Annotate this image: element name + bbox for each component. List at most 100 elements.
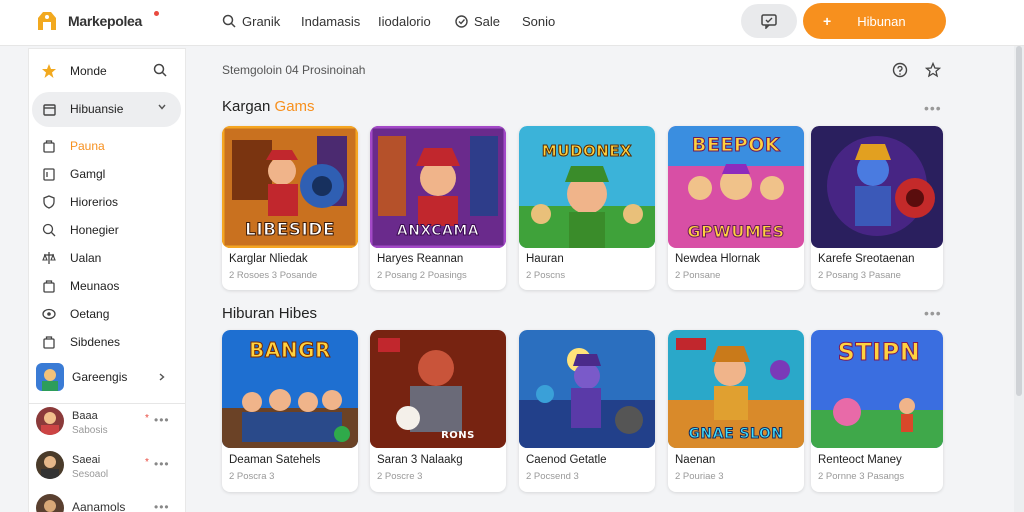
sidebar-item-label: Meunaos xyxy=(70,279,120,293)
nav-item-search[interactable]: Granik xyxy=(222,14,280,29)
logo-icon[interactable] xyxy=(36,10,58,32)
sidebar-item-5[interactable]: Ualan xyxy=(29,246,187,270)
help-icon[interactable] xyxy=(892,62,908,78)
brand-name[interactable]: Markepolea xyxy=(68,13,142,29)
section-title-main: Hiburan Hibes xyxy=(222,305,318,322)
subscription-name: Aanamols xyxy=(72,500,126,512)
sidebar-item-label: Hiorerios xyxy=(70,195,119,209)
game-title: Hauran xyxy=(526,253,564,265)
nav-item-5[interactable]: Sonio xyxy=(522,14,555,29)
game-card[interactable]: STIPN Renteoct Maney 2 Pornne 3 Pasangs xyxy=(811,330,943,492)
sidebar-item-active[interactable]: Hibuansie xyxy=(32,92,181,127)
game-card[interactable]: RONS Saran 3 Nalaakg 2 Poscre 3 xyxy=(370,330,506,492)
sidebar-item-label: Oetang xyxy=(70,307,110,321)
sidebar-item-6[interactable]: Meunaos xyxy=(29,274,187,298)
game-thumbnail: MUDONEX xyxy=(519,126,655,248)
subscription-meta: Sabosis xyxy=(72,425,108,436)
more-icon[interactable]: ••• xyxy=(924,305,942,321)
game-thumbnail: RONS xyxy=(370,330,506,448)
game-card[interactable]: Karefe Sreotaenan 2 Posang 3 Pasane xyxy=(811,126,943,290)
badge-dot: * xyxy=(145,413,149,424)
game-meta: 2 Poscra 3 xyxy=(229,471,275,482)
chevron-right-icon xyxy=(159,373,165,381)
sidebar-item-8[interactable]: Sibdenes xyxy=(29,330,187,354)
notification-dot xyxy=(154,11,159,16)
sidebar-item-home[interactable]: Monde xyxy=(29,59,187,83)
cta-label: Hibunan xyxy=(857,13,906,29)
top-bar: Markepolea Granik Indamasis Iiodalorio S… xyxy=(0,0,1024,46)
game-meta: 2 Pocsend 3 xyxy=(526,471,579,482)
subscription-name: Saeai xyxy=(72,454,101,466)
messages-button[interactable] xyxy=(741,4,797,38)
sidebar-item-label: Sibdenes xyxy=(70,335,121,349)
game-logo-text: RONS xyxy=(441,430,475,441)
plus-icon: + xyxy=(823,13,832,29)
subscription-meta: Sesoaol xyxy=(72,469,109,480)
search-icon[interactable] xyxy=(153,63,167,77)
more-icon[interactable]: ••• xyxy=(154,500,170,512)
game-card[interactable]: ANXCAMA Haryes Reannan 2 Posang 2 Poasin… xyxy=(370,126,506,290)
game-meta: 2 Poscns xyxy=(526,270,566,281)
avatar xyxy=(36,494,64,512)
sidebar-item-label: Hibuansie xyxy=(70,102,124,116)
more-icon[interactable]: ••• xyxy=(154,413,170,427)
section-title: Hiburan Hibes xyxy=(222,305,317,322)
avatar xyxy=(36,407,64,435)
sidebar-item-label: Pauna xyxy=(70,139,105,153)
scale-icon xyxy=(42,252,56,264)
cta-button[interactable]: + Hibunan xyxy=(803,3,946,39)
game-logo-text: BANGR xyxy=(249,338,331,363)
sidebar-item-4[interactable]: Honegier xyxy=(29,218,187,242)
game-title: Caenod Getatle xyxy=(526,454,607,466)
game-card[interactable]: BANGR Deaman Satehels 2 Poscra 3 xyxy=(222,330,358,492)
more-icon[interactable]: ••• xyxy=(154,457,170,471)
game-title: Haryes Reannan xyxy=(377,253,464,265)
game-logo-text: GPWUMES xyxy=(687,222,785,242)
sidebar-item-7[interactable]: Oetang xyxy=(29,302,187,326)
game-card[interactable]: BEEPOK GPWUMES Newdea Hlornak 2 Ponsane xyxy=(668,126,804,290)
game-card[interactable]: LIBESIDE Karglar Nliedak 2 Rosoes 3 Posa… xyxy=(222,126,358,290)
star-outline-icon[interactable] xyxy=(925,62,941,78)
sidebar-item-1[interactable]: Pauna xyxy=(29,134,187,158)
game-logo-text: STIPN xyxy=(837,338,921,367)
chevron-down-icon xyxy=(158,104,166,110)
more-icon[interactable]: ••• xyxy=(924,100,942,116)
game-title: Deaman Satehels xyxy=(229,454,321,466)
nav-item-2[interactable]: Indamasis xyxy=(301,14,360,29)
nav-item-sale[interactable]: Sale xyxy=(455,14,500,29)
nav-label: Sale xyxy=(474,14,501,29)
nav-label: Granik xyxy=(242,14,281,29)
sidebar-item-label: Ualan xyxy=(70,251,102,265)
game-card[interactable]: Caenod Getatle 2 Pocsend 3 xyxy=(519,330,655,492)
eye-icon xyxy=(42,308,56,320)
scrollbar-thumb[interactable] xyxy=(1016,46,1022,396)
section-title-main: Kargan xyxy=(222,98,271,115)
game-meta: 2 Pouriae 3 xyxy=(675,471,724,482)
game-title: Karefe Sreotaenan xyxy=(818,253,915,265)
game-title: Renteoct Maney xyxy=(818,454,902,466)
game-meta: 2 Posang 3 Pasane xyxy=(818,270,901,281)
game-avatar xyxy=(36,363,64,391)
game-thumbnail xyxy=(811,126,943,248)
game-card[interactable]: MUDONEX Hauran 2 Poscns xyxy=(519,126,655,290)
game-meta: 2 Ponsane xyxy=(675,270,721,281)
bag-icon xyxy=(43,280,55,293)
sidebar-group[interactable]: Gareengis xyxy=(29,363,187,391)
game-meta: 2 Posang 2 Poasings xyxy=(377,270,467,281)
game-thumbnail xyxy=(519,330,655,448)
game-logo-text: LIBESIDE xyxy=(244,220,336,241)
tag-icon xyxy=(455,15,468,28)
box-icon xyxy=(43,104,56,116)
game-card[interactable]: GNAE SLON Naenan 2 Pouriae 3 xyxy=(668,330,804,492)
section-title-accent: Gams xyxy=(274,98,315,115)
bag-icon xyxy=(43,336,55,349)
nav-item-3[interactable]: Iiodalorio xyxy=(378,14,431,29)
page-subtitle: Stemgoloin 04 Prosinoinah xyxy=(222,63,366,77)
badge-dot: * xyxy=(145,457,149,468)
sidebar-item-label: Gareengis xyxy=(72,370,128,384)
game-meta: 2 Pornne 3 Pasangs xyxy=(818,471,905,482)
page-scrollbar[interactable] xyxy=(1014,46,1024,512)
game-logo-text: MUDONEX xyxy=(541,142,633,161)
sidebar-item-3[interactable]: Hiorerios xyxy=(29,190,187,214)
sidebar-item-2[interactable]: Gamgl xyxy=(29,162,187,186)
